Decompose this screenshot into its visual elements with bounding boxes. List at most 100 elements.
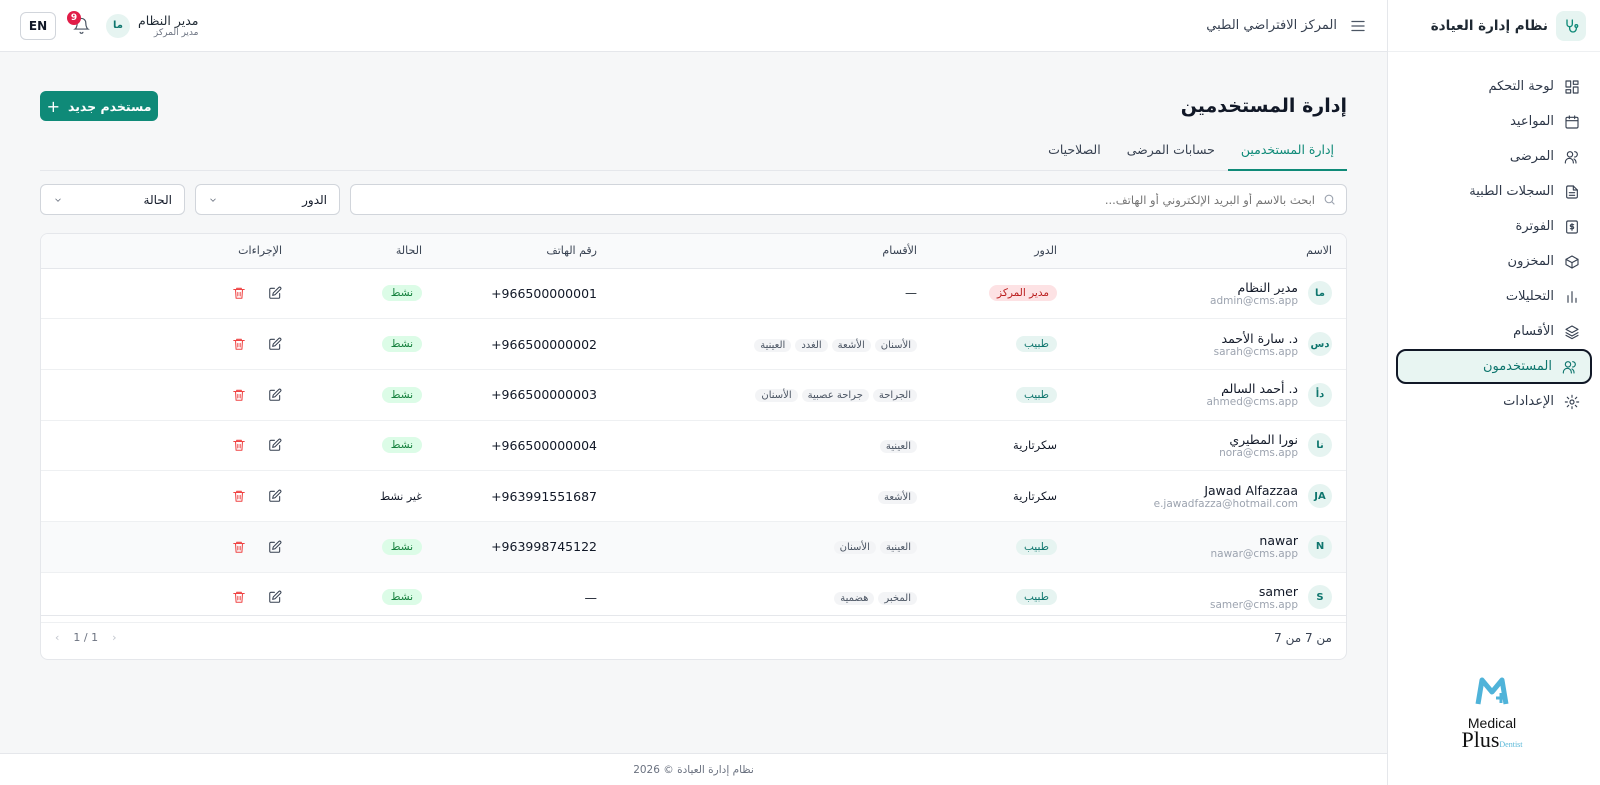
department-tag: الغدد	[795, 338, 828, 352]
logo-small-text: Dentist	[1499, 740, 1523, 749]
user-text: مدير النظام admin@cms.app	[1210, 280, 1298, 307]
notifications-button[interactable]: 9	[67, 10, 92, 37]
main-content: إدارة المستخدمين مستخدم جديد + إدارة الم…	[0, 52, 1387, 752]
next-page-button[interactable]: ›	[112, 631, 116, 644]
chevron-down-icon	[210, 197, 216, 202]
pagination: ‹ 1 / 1 ›	[55, 631, 117, 644]
user-name: مدير النظام	[1237, 279, 1298, 295]
search-input[interactable]	[361, 192, 1315, 207]
user-role: مدير المركز	[153, 28, 199, 38]
table-row: ما مدير النظام admin@cms.app مدير المركز…	[41, 268, 1346, 320]
cell-role: طبيب	[931, 521, 1071, 573]
user-text: نورا المطيري nora@cms.app	[1219, 432, 1298, 459]
department-tag: العينية	[879, 439, 917, 453]
stethoscope-icon	[1556, 10, 1586, 41]
cell-phone: +966500000002	[436, 318, 611, 370]
trash-icon[interactable]	[232, 286, 246, 300]
chart-icon	[1567, 290, 1577, 303]
user-cell: S samer samer@cms.app	[1085, 584, 1332, 611]
trash-icon[interactable]	[232, 540, 246, 554]
sidebar-item-label: الإعدادات	[1503, 394, 1554, 409]
user-text: د. أحمد السالم ahmed@cms.app	[1206, 381, 1298, 408]
tab-user-management[interactable]: إدارة المستخدمين	[1227, 134, 1348, 171]
user-name: nawar	[1259, 533, 1298, 549]
department-tag: الأشعة	[877, 490, 917, 504]
status-badge: نشط	[381, 437, 422, 454]
cell-name: ما مدير النظام admin@cms.app	[1071, 268, 1346, 320]
user-text: samer samer@cms.app	[1210, 584, 1298, 611]
avatar: JA	[1308, 484, 1332, 509]
avatar: ما	[1308, 281, 1332, 306]
status-badge: غير نشط	[380, 490, 422, 504]
menu-icon[interactable]	[1349, 17, 1367, 35]
sidebar-item-label: الأقسام	[1513, 324, 1554, 339]
cell-status: نشط	[296, 268, 436, 320]
edit-icon[interactable]	[268, 590, 282, 604]
department-tag: العينية	[879, 541, 917, 555]
user-menu[interactable]: مدير النظام مدير المركز ما	[106, 13, 198, 38]
department-tag: الجراحة	[872, 389, 917, 403]
edit-icon[interactable]	[268, 438, 282, 452]
new-user-button[interactable]: مستخدم جديد +	[40, 91, 158, 121]
user-name: مدير النظام	[138, 13, 199, 28]
role-select[interactable]: الدور	[195, 184, 340, 215]
cell-status: نشط	[296, 369, 436, 421]
tab-permissions[interactable]: الصلاحيات	[1035, 134, 1114, 170]
sidebar-item-appointments[interactable]: المواعيد	[1396, 104, 1592, 139]
phone-number: +966500000003	[491, 387, 597, 403]
edit-icon[interactable]	[268, 540, 282, 554]
new-user-button-label: مستخدم جديد	[67, 98, 152, 114]
trash-icon[interactable]	[232, 489, 246, 503]
department-tag: جراحة عصبية	[801, 389, 869, 403]
sidebar-item-billing[interactable]: الفوترة	[1396, 209, 1592, 244]
department-tag: المخبر	[878, 591, 917, 605]
user-name: د. أحمد السالم	[1221, 381, 1298, 397]
cell-name: N nawar nawar@cms.app	[1071, 521, 1346, 573]
departments-empty: —	[905, 286, 917, 301]
trash-icon[interactable]	[232, 590, 246, 604]
user-email: e.jawadfazza@hotmail.com	[1153, 497, 1298, 510]
sidebar-item-patients[interactable]: المرضى	[1396, 139, 1592, 174]
sidebar-item-medical-records[interactable]: السجلات الطبية	[1396, 174, 1592, 209]
user-text: nawar nawar@cms.app	[1210, 533, 1298, 560]
col-role: الدور	[931, 234, 1071, 269]
trash-icon[interactable]	[232, 388, 246, 402]
edit-icon[interactable]	[268, 489, 282, 503]
cell-status: نشط	[296, 318, 436, 370]
plus-icon: +	[46, 96, 60, 116]
sidebar-item-analytics[interactable]: التحليلات	[1396, 279, 1592, 314]
language-toggle-button[interactable]: EN	[20, 11, 56, 40]
department-tag: الأسنان	[755, 389, 798, 403]
page-title: إدارة المستخدمين	[1180, 95, 1347, 117]
prev-page-button[interactable]: ‹	[55, 631, 59, 644]
cell-phone: +966500000004	[436, 420, 611, 472]
table-row: JA Jawad Alfazzaa e.jawadfazza@hotmail.c…	[41, 470, 1346, 522]
sidebar-item-settings[interactable]: الإعدادات	[1396, 384, 1592, 419]
tab-patient-accounts[interactable]: حسابات المرضى	[1114, 134, 1228, 170]
sidebar-item-users[interactable]: المستخدمون	[1396, 349, 1592, 384]
brand-title: نظام إدارة العيادة	[1430, 17, 1548, 34]
cell-actions	[41, 369, 296, 421]
tabs: إدارة المستخدمين حسابات المرضى الصلاحيات	[40, 134, 1348, 171]
sidebar-item-inventory[interactable]: المخزون	[1396, 244, 1592, 279]
row-actions	[55, 489, 282, 503]
edit-icon[interactable]	[268, 286, 282, 300]
role-badge: سكرتارية	[1013, 438, 1057, 453]
sidebar-item-dashboard[interactable]: لوحة التحكم	[1396, 69, 1592, 104]
col-actions: الإجراءات	[41, 234, 296, 269]
cell-phone: +963991551687	[436, 470, 611, 522]
logo-line-2: PlusDentist	[1447, 729, 1537, 755]
cell-name: دأ د. أحمد السالم ahmed@cms.app	[1071, 369, 1346, 421]
sidebar-item-departments[interactable]: الأقسام	[1396, 314, 1592, 349]
sidebar-item-label: السجلات الطبية	[1469, 184, 1554, 199]
notification-count: 9	[67, 10, 81, 25]
edit-icon[interactable]	[268, 337, 282, 351]
table-body: ما مدير النظام admin@cms.app مدير المركز…	[41, 268, 1346, 624]
cell-actions	[41, 268, 296, 320]
edit-icon[interactable]	[268, 388, 282, 402]
trash-icon[interactable]	[232, 438, 246, 452]
row-actions	[55, 438, 282, 452]
box-icon	[1565, 254, 1579, 269]
status-select[interactable]: الحالة	[40, 184, 185, 215]
trash-icon[interactable]	[232, 337, 246, 351]
